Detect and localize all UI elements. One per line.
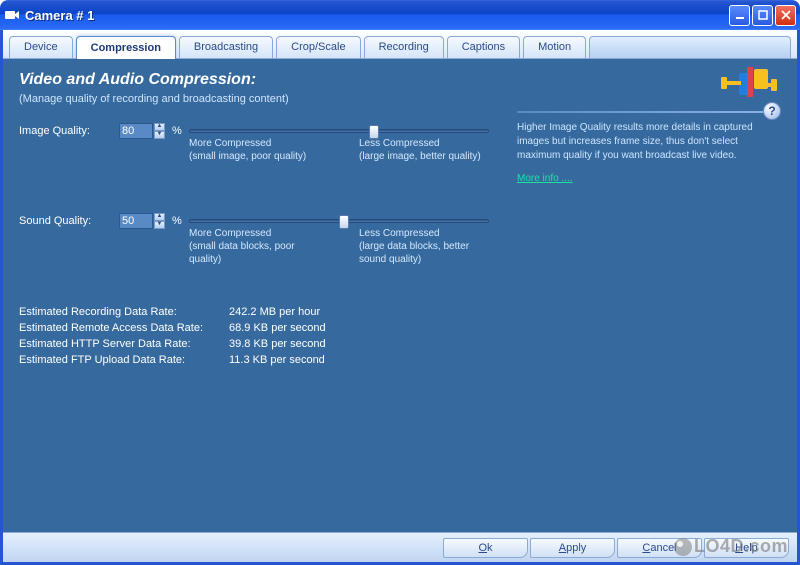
help-panel: ? Higher Image Quality results more deta… — [517, 111, 777, 184]
stat-row: Estimated Recording Data Rate:242.2 MB p… — [19, 306, 781, 318]
sound-quality-slider-thumb[interactable] — [339, 215, 349, 229]
window-body: Device Compression Broadcasting Crop/Sca… — [0, 30, 800, 565]
help-text: Higher Image Quality results more detail… — [517, 121, 777, 163]
window-title: Camera # 1 — [25, 8, 729, 23]
sound-quality-row: Sound Quality: ▲▼ % More Compressed (sma… — [19, 213, 781, 266]
tab-bar: Device Compression Broadcasting Crop/Sca… — [3, 30, 797, 59]
app-icon — [4, 7, 20, 23]
help-icon[interactable]: ? — [763, 102, 781, 120]
image-quality-slider[interactable] — [189, 129, 489, 133]
tab-compression[interactable]: Compression — [76, 36, 176, 59]
image-quality-input[interactable] — [119, 123, 153, 139]
apply-button[interactable]: Apply — [530, 538, 615, 558]
compression-icon — [719, 63, 779, 107]
section-title: Video and Audio Compression: — [19, 71, 781, 89]
content-panel: Video and Audio Compression: (Manage qua… — [3, 59, 797, 532]
stat-row: Estimated HTTP Server Data Rate:39.8 KB … — [19, 338, 781, 350]
footer-bar: Ok Apply Cancel Help — [3, 532, 797, 562]
image-quality-right-hint: Less Compressed (large image, better qua… — [359, 137, 489, 163]
sound-quality-left-hint: More Compressed (small data blocks, poor… — [189, 227, 319, 266]
cancel-button[interactable]: Cancel — [617, 538, 702, 558]
tab-device[interactable]: Device — [9, 36, 73, 58]
sound-quality-slider[interactable] — [189, 219, 489, 223]
image-quality-unit: % — [172, 125, 182, 137]
maximize-button[interactable] — [752, 5, 773, 26]
tab-recording[interactable]: Recording — [364, 36, 444, 58]
ok-button[interactable]: Ok — [443, 538, 528, 558]
section-subtitle: (Manage quality of recording and broadca… — [19, 93, 781, 105]
more-info-link[interactable]: More info .... — [517, 173, 573, 184]
close-button[interactable] — [775, 5, 796, 26]
help-divider: ? — [517, 111, 777, 113]
sound-quality-unit: % — [172, 215, 182, 227]
tab-spacer — [589, 36, 791, 58]
help-button[interactable]: Help — [704, 538, 789, 558]
image-quality-label: Image Quality: — [19, 123, 119, 137]
image-quality-spinner[interactable]: ▲▼ — [154, 123, 166, 139]
sound-quality-label: Sound Quality: — [19, 213, 119, 227]
sound-quality-right-hint: Less Compressed (large data blocks, bett… — [359, 227, 489, 266]
image-quality-left-hint: More Compressed (small image, poor quali… — [189, 137, 319, 163]
stats-block: Estimated Recording Data Rate:242.2 MB p… — [19, 306, 781, 366]
tab-captions[interactable]: Captions — [447, 36, 520, 58]
tab-broadcasting[interactable]: Broadcasting — [179, 36, 273, 58]
minimize-button[interactable] — [729, 5, 750, 26]
stat-row: Estimated FTP Upload Data Rate:11.3 KB p… — [19, 354, 781, 366]
sound-quality-input[interactable] — [119, 213, 153, 229]
image-quality-slider-thumb[interactable] — [369, 125, 379, 139]
tab-motion[interactable]: Motion — [523, 36, 586, 58]
sound-quality-spinner[interactable]: ▲▼ — [154, 213, 166, 229]
stat-row: Estimated Remote Access Data Rate:68.9 K… — [19, 322, 781, 334]
tab-crop-scale[interactable]: Crop/Scale — [276, 36, 360, 58]
titlebar: Camera # 1 — [0, 0, 800, 30]
